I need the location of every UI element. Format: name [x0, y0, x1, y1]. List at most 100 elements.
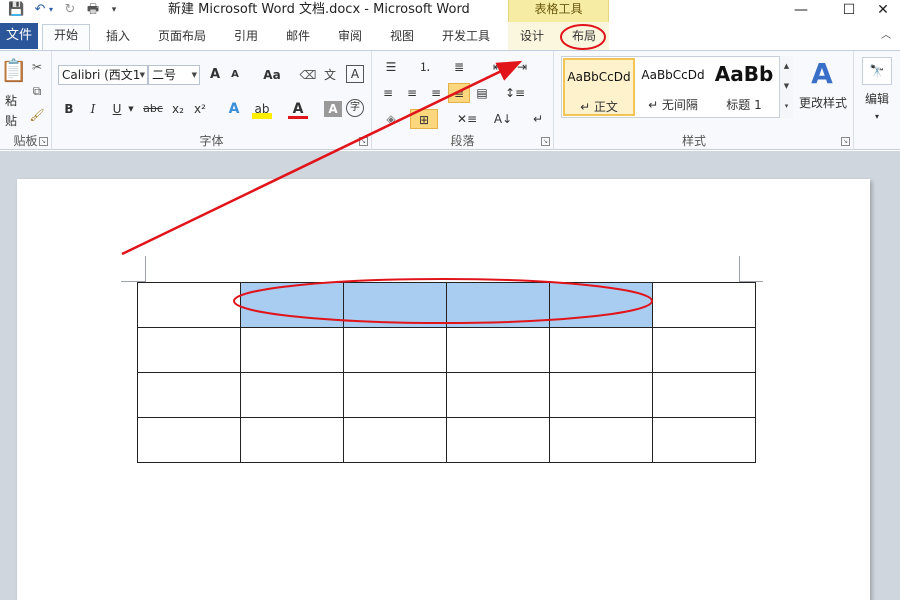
borders-icon[interactable]: ⊞	[410, 109, 438, 129]
table-cell[interactable]	[343, 327, 447, 373]
table-cell[interactable]	[549, 327, 653, 373]
tab-mailings[interactable]: 邮件	[276, 26, 320, 50]
gallery-scrollbar[interactable]: ▲ ▼ ▾	[779, 56, 793, 118]
tab-table-layout[interactable]: 布局	[562, 26, 606, 50]
char-shading-icon[interactable]: A	[324, 101, 342, 117]
table-cell[interactable]	[137, 372, 241, 418]
font-size-dropdown[interactable]: 二号 ▼	[148, 65, 200, 85]
bold-button[interactable]: B	[60, 99, 78, 119]
table-cell[interactable]	[549, 282, 653, 328]
cut-icon[interactable]: ✂	[27, 57, 47, 77]
tab-page-layout[interactable]: 页面布局	[150, 26, 214, 50]
clipboard-launcher-icon[interactable]: ↘	[39, 137, 48, 146]
highlight-icon[interactable]: ab	[252, 99, 272, 119]
tab-home[interactable]: 开始	[42, 24, 90, 50]
subscript-button[interactable]: x₂	[168, 99, 188, 119]
superscript-button[interactable]: x²	[190, 99, 210, 119]
decrease-indent-icon[interactable]: ⇤	[488, 57, 508, 77]
table-cell[interactable]	[652, 417, 756, 463]
editing-button[interactable]: 编辑	[858, 89, 896, 109]
gallery-more-icon[interactable]: ▾	[780, 96, 793, 116]
copy-icon[interactable]: ⧉	[27, 81, 47, 101]
gallery-down-icon[interactable]: ▼	[780, 76, 793, 96]
change-styles-button[interactable]: 更改样式	[796, 93, 850, 113]
clear-formatting-icon[interactable]: ⌫	[298, 65, 318, 85]
paste-icon[interactable]: 📋	[0, 57, 27, 87]
italic-button[interactable]: I	[84, 99, 102, 119]
document-area[interactable]	[0, 151, 900, 600]
table-cell[interactable]	[240, 282, 344, 328]
style-normal[interactable]: AaBbCcDd ↵ 正文	[563, 58, 635, 116]
editing-dropdown-icon[interactable]: ▾	[868, 107, 886, 127]
table-cell[interactable]	[137, 282, 241, 328]
change-styles-icon[interactable]: A	[802, 57, 842, 91]
distributed-icon[interactable]: ▤	[472, 83, 492, 103]
tab-file[interactable]: 文件	[0, 23, 38, 49]
style-heading-1[interactable]: AaBb 标题 1	[711, 58, 777, 116]
tab-references[interactable]: 引用	[224, 26, 268, 50]
word-table[interactable]	[137, 282, 756, 463]
strikethrough-button[interactable]: abc	[140, 99, 166, 119]
sort-icon[interactable]: A↓	[492, 109, 514, 129]
tab-insert[interactable]: 插入	[96, 26, 140, 50]
phonetic-guide-icon[interactable]: 文	[320, 65, 340, 85]
text-effects-icon[interactable]: A	[224, 99, 244, 119]
table-cell[interactable]	[240, 417, 344, 463]
tab-table-design[interactable]: 设计	[510, 26, 554, 50]
shading-icon[interactable]: ◈	[378, 109, 404, 129]
asian-layout-icon[interactable]: ✕≡	[454, 109, 480, 129]
align-right-icon[interactable]: ≡	[426, 83, 446, 103]
maximize-button[interactable]: ☐	[834, 0, 864, 20]
multilevel-list-icon[interactable]: ≣	[446, 57, 472, 77]
show-marks-icon[interactable]: ↵	[528, 109, 548, 129]
tab-review[interactable]: 审阅	[328, 26, 372, 50]
format-painter-icon[interactable]: 🖌	[27, 105, 47, 125]
print-icon[interactable]: 🖶	[84, 2, 102, 18]
table-cell[interactable]	[652, 327, 756, 373]
minimize-button[interactable]: —	[786, 0, 816, 20]
paragraph-launcher-icon[interactable]: ↘	[541, 137, 550, 146]
font-name-dropdown[interactable]: Calibri (西文1 ▼	[58, 65, 148, 85]
table-cell[interactable]	[137, 327, 241, 373]
table-cell[interactable]	[446, 417, 550, 463]
line-spacing-icon[interactable]: ↕≡	[502, 83, 528, 103]
tab-developer[interactable]: 开发工具	[432, 26, 500, 50]
font-color-button[interactable]: A	[288, 99, 308, 119]
enclose-char-icon[interactable]: 字	[346, 99, 364, 117]
document-page[interactable]	[17, 179, 870, 600]
table-cell[interactable]	[343, 282, 447, 328]
table-cell[interactable]	[343, 417, 447, 463]
grow-font-button[interactable]: A	[206, 65, 224, 85]
align-center-icon[interactable]: ≡	[402, 83, 422, 103]
table-cell[interactable]	[240, 327, 344, 373]
font-launcher-icon[interactable]: ↘	[359, 137, 368, 146]
shrink-font-button[interactable]: A	[226, 65, 244, 85]
table-cell[interactable]	[137, 417, 241, 463]
underline-dropdown-icon[interactable]: ▼	[126, 99, 136, 119]
undo-dropdown-icon[interactable]: ▾	[46, 2, 56, 18]
collapse-ribbon-icon[interactable]: ︿	[878, 29, 894, 43]
numbering-icon[interactable]: ⒈	[412, 57, 438, 77]
styles-launcher-icon[interactable]: ↘	[841, 137, 850, 146]
table-cell[interactable]	[343, 372, 447, 418]
char-border-button[interactable]: A	[346, 65, 364, 83]
style-no-spacing[interactable]: AaBbCcDd ↵ 无间隔	[637, 58, 709, 116]
table-cell[interactable]	[549, 417, 653, 463]
justify-icon[interactable]: ≡	[448, 83, 470, 103]
paste-button[interactable]: 粘贴	[0, 91, 22, 128]
underline-button[interactable]: U	[108, 99, 126, 119]
redo-icon[interactable]: ↻	[62, 2, 78, 18]
increase-indent-icon[interactable]: ⇥	[512, 57, 532, 77]
table-cell[interactable]	[446, 372, 550, 418]
bullets-icon[interactable]: ☰	[378, 57, 404, 77]
table-cell[interactable]	[652, 282, 756, 328]
table-cell[interactable]	[446, 327, 550, 373]
table-cell[interactable]	[240, 372, 344, 418]
close-button[interactable]: ✕	[868, 0, 898, 20]
table-cell[interactable]	[446, 282, 550, 328]
save-icon[interactable]: 💾	[8, 2, 24, 18]
table-cell[interactable]	[652, 372, 756, 418]
customize-icon[interactable]: ▾	[108, 2, 120, 18]
align-left-icon[interactable]: ≡	[378, 83, 398, 103]
find-icon[interactable]: 🔭	[862, 57, 892, 85]
